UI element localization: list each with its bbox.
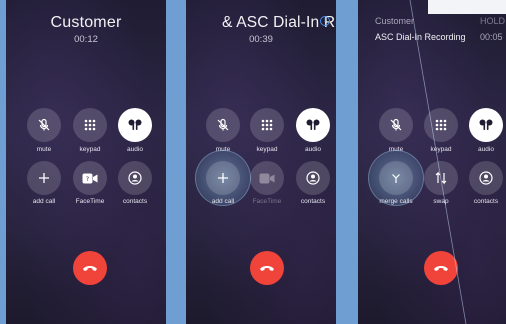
contacts-icon [479, 171, 493, 185]
mute-button[interactable] [379, 108, 413, 142]
audio-label: audio [127, 146, 143, 153]
facetime-button[interactable]: ? [73, 161, 107, 195]
call-duration: 00:39 [249, 34, 273, 45]
keypad-icon [84, 119, 96, 131]
mic-off-icon [217, 118, 229, 131]
call-screen-3: Customer HOLD ASC Dial-In Recording 00:0… [358, 0, 506, 324]
audio-label: audio [305, 146, 321, 153]
facetime-button[interactable] [250, 161, 284, 195]
contacts-label: contacts [473, 198, 499, 205]
merge-icon [392, 174, 400, 183]
plus-icon [218, 173, 228, 183]
add-call-button[interactable] [206, 161, 240, 195]
end-call-button[interactable] [250, 251, 284, 285]
mute-button[interactable] [206, 108, 240, 142]
facetime-icon [259, 173, 275, 183]
audio-button[interactable] [296, 108, 330, 142]
merge-calls-button[interactable] [379, 161, 413, 195]
mic-off-icon [38, 118, 50, 131]
phone-down-icon [83, 266, 97, 271]
audio-label: audio [478, 146, 494, 153]
svg-text:?: ? [86, 176, 89, 183]
call-duration: 00:12 [74, 34, 98, 45]
caller-name: Customer [50, 14, 122, 31]
contacts-button[interactable] [118, 161, 152, 195]
add-call-button[interactable] [27, 161, 61, 195]
hold-status: HOLD [480, 16, 506, 26]
contacts-label: contacts [300, 198, 326, 205]
mute-button[interactable] [27, 108, 61, 142]
keypad-button[interactable] [73, 108, 107, 142]
plus-icon [39, 173, 49, 183]
active-caller-name: ASC Dial-In Recording [375, 32, 466, 42]
info-icon[interactable]: i [320, 16, 330, 26]
contacts-icon [306, 171, 320, 185]
keypad-icon [435, 119, 447, 131]
contacts-label: contacts [122, 198, 148, 205]
caller-name: & ASC Dial-In Re [222, 14, 336, 31]
contacts-button[interactable] [469, 161, 503, 195]
end-call-button[interactable] [424, 251, 458, 285]
held-caller-name: Customer [375, 16, 415, 26]
airpods-icon [128, 119, 142, 130]
contacts-button[interactable] [296, 161, 330, 195]
audio-button[interactable] [469, 108, 503, 142]
swap-icon [435, 171, 447, 185]
keypad-button[interactable] [250, 108, 284, 142]
call-screen-2: & ASC Dial-In Re i 00:39 mute keypad aud… [186, 0, 336, 324]
call-screen-1: Customer 00:12 mute keypad audio add cal… [6, 0, 166, 324]
phone-down-icon [434, 266, 448, 271]
mic-off-icon [390, 118, 402, 131]
contacts-icon [128, 171, 142, 185]
airpods-icon [479, 119, 493, 130]
page-corner [428, 0, 506, 14]
active-call-duration: 00:05 [480, 32, 503, 42]
airpods-icon [306, 119, 320, 130]
audio-button[interactable] [118, 108, 152, 142]
end-call-button[interactable] [73, 251, 107, 285]
facetime-icon: ? [82, 173, 98, 183]
swap-button[interactable] [424, 161, 458, 195]
keypad-button[interactable] [424, 108, 458, 142]
phone-down-icon [260, 266, 274, 271]
keypad-icon [261, 119, 273, 131]
